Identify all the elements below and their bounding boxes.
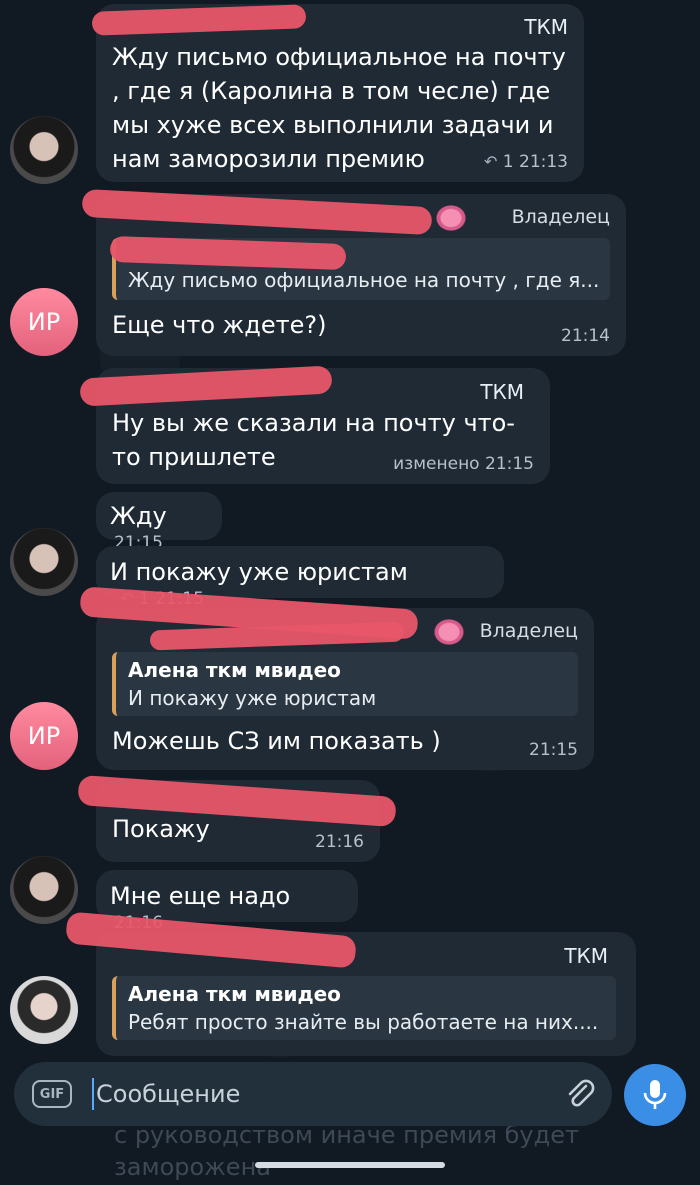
sender-tag-row: Владелец (434, 619, 578, 645)
edited-label: изменено (393, 454, 480, 474)
quote-sender: Алена ткм мвидео (128, 658, 341, 682)
home-indicator[interactable] (255, 1162, 445, 1168)
message-time: 21:16 (315, 832, 364, 852)
message-meta: изменено 21:15 (393, 454, 534, 474)
text-cursor (92, 1078, 94, 1110)
message-time: 21:15 (529, 740, 578, 760)
member-tag: ТКМ (480, 380, 524, 404)
message-text: И покажу уже юристам (110, 558, 408, 586)
member-tag: Владелец (511, 205, 610, 228)
message-time: 21:14 (561, 326, 610, 346)
message-bubble[interactable]: Мне еще надо 21:16 (96, 870, 358, 933)
reply-icon: ↶ (483, 152, 498, 171)
reply-count[interactable]: 1 (503, 152, 514, 172)
avatar[interactable] (10, 976, 78, 1044)
avatar-initials[interactable]: ИР (10, 702, 78, 770)
gif-button[interactable]: GIF (32, 1080, 72, 1108)
member-tag: Владелец (479, 619, 578, 642)
member-tag: ТКМ (524, 15, 568, 39)
quote-text: И покажу уже юристам (128, 686, 377, 710)
avatar[interactable] (10, 856, 78, 924)
microphone-icon (643, 1080, 667, 1109)
message-composer: GIF (14, 1062, 612, 1126)
lips-emoji-icon (434, 619, 465, 645)
paperclip-icon[interactable] (562, 1076, 598, 1112)
quote-sender: Алена ткм мвидео (128, 982, 341, 1006)
member-tag: ТКМ (564, 944, 608, 968)
sender-tag-row: Владелец (436, 205, 610, 231)
message-meta: ↶ 1 21:13 (484, 152, 568, 172)
message-time: 21:15 (485, 454, 534, 474)
reply-quote[interactable]: Алена ткм мвидео И покажу уже юристам (112, 652, 578, 716)
message-text: Жду (110, 502, 167, 530)
message-text: Покажу (112, 815, 210, 843)
message-time: 21:13 (519, 152, 568, 172)
quote-text: Ребят просто знайте вы работаете на них.… (128, 1010, 599, 1034)
message-text: Мне еще надо (110, 882, 291, 910)
lips-emoji-icon (436, 205, 467, 231)
message-text: Еще что ждете?) (112, 311, 327, 339)
quote-text: Жду письмо официальное на почту , где я.… (128, 268, 598, 292)
microphone-button[interactable] (624, 1064, 686, 1126)
message-bubble[interactable]: Жду 21:15 (96, 492, 222, 553)
reply-quote[interactable]: Алена ткм мвидео Ребят просто знайте вы … (112, 976, 616, 1040)
avatar[interactable] (10, 528, 78, 596)
avatar-initials[interactable]: ИР (10, 288, 78, 356)
avatar[interactable] (10, 116, 78, 184)
message-text: Можешь СЗ им показать ) (112, 727, 441, 755)
message-bubble[interactable]: И покажу уже юристам ↶ 1 21:15 (96, 546, 504, 609)
ghost-text-line: заморожена (114, 1153, 271, 1181)
message-input[interactable] (96, 1076, 516, 1112)
